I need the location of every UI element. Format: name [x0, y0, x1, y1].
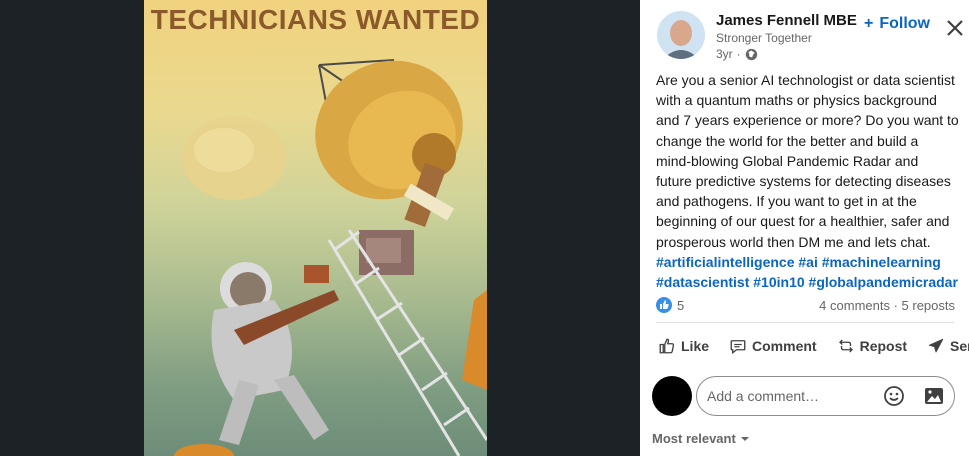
- caret-down-icon: [740, 436, 749, 441]
- bullet: ·: [736, 47, 741, 61]
- post-image[interactable]: TECHNICIANS WANTED: [144, 0, 487, 456]
- poster-title: TECHNICIANS WANTED: [150, 4, 481, 35]
- current-user-avatar: [652, 376, 692, 416]
- like-reaction-icon: [656, 297, 672, 313]
- send-button[interactable]: Send: [927, 337, 969, 355]
- post-text-line: Are you a senior AI technologist or data…: [656, 72, 955, 88]
- close-icon[interactable]: [944, 17, 966, 39]
- author-avatar[interactable]: [657, 11, 705, 59]
- reaction-count: 5: [677, 297, 685, 313]
- post-age: 3yr: [716, 47, 733, 61]
- hashtag-link[interactable]: #machinelearning: [822, 254, 941, 270]
- post-text-line: prosperous world then DM me and lets cha…: [656, 233, 931, 250]
- hashtag-line: #artificialintelligence #ai #machinelear…: [656, 252, 961, 272]
- hashtag-link[interactable]: #ai: [798, 254, 817, 270]
- send-icon: [928, 338, 944, 353]
- repost-icon: [838, 339, 853, 353]
- comment-box[interactable]: [696, 376, 955, 416]
- follow-label: Follow: [879, 15, 930, 32]
- post-actions: Like Comment Repost Send: [658, 337, 969, 355]
- repost-button[interactable]: Repost: [837, 337, 907, 355]
- emoji-icon[interactable]: [882, 384, 906, 408]
- globe-icon: [745, 48, 757, 60]
- author-headline: Stronger Together: [716, 31, 812, 45]
- comment-input[interactable]: [707, 388, 877, 404]
- hashtag-line: #datascientist #10in10 #globalpandemicra…: [656, 272, 961, 292]
- author-name[interactable]: James Fennell MBE: [716, 12, 857, 29]
- sort-label: Most relevant: [652, 431, 736, 446]
- post-text-line: and 7 years experience or more? Do you w…: [656, 112, 959, 129]
- reactions-summary[interactable]: 5: [656, 297, 684, 313]
- plus-icon: +: [864, 15, 874, 32]
- image-icon[interactable]: [922, 384, 946, 408]
- like-label: Like: [681, 338, 710, 354]
- poster-illustration: [174, 59, 487, 456]
- image-viewer: TECHNICIANS WANTED: [0, 0, 640, 456]
- post-meta: 3yr ·: [716, 47, 758, 61]
- post-text-line: change the world for the better and buil…: [656, 132, 919, 149]
- comment-button[interactable]: Comment: [729, 337, 817, 355]
- post-text-line: mind-blowing Global Pandemic Radar and: [656, 152, 919, 169]
- follow-button[interactable]: + Follow: [864, 15, 930, 33]
- like-button[interactable]: Like: [658, 337, 709, 355]
- post-text: Are you a senior AI technologist or data…: [656, 70, 961, 292]
- post-text-line: beginning of our quest for a healthier, …: [656, 213, 950, 230]
- hashtag-link[interactable]: #artificialintelligence: [656, 254, 795, 270]
- post-text-line: and pathogens. If you want to get in at …: [656, 193, 917, 210]
- post-text-line: future predictive systems for detecting …: [656, 173, 951, 190]
- divider: [656, 322, 954, 323]
- hashtag-link[interactable]: #10in10: [753, 274, 804, 290]
- comment-icon: [730, 340, 746, 355]
- sort-dropdown[interactable]: Most relevant: [652, 431, 750, 446]
- send-label: Send: [950, 338, 969, 354]
- repost-label: Repost: [859, 338, 908, 354]
- thumbs-up-icon: [659, 338, 675, 354]
- post-text-line: with a quantum maths or physics backgrou…: [656, 92, 937, 109]
- hashtag-link[interactable]: #datascientist: [656, 274, 749, 290]
- comments-reposts-count[interactable]: 4 comments · 5 reposts: [819, 298, 955, 313]
- comment-label: Comment: [752, 338, 817, 354]
- hashtag-link[interactable]: #globalpandemicradar: [809, 274, 958, 290]
